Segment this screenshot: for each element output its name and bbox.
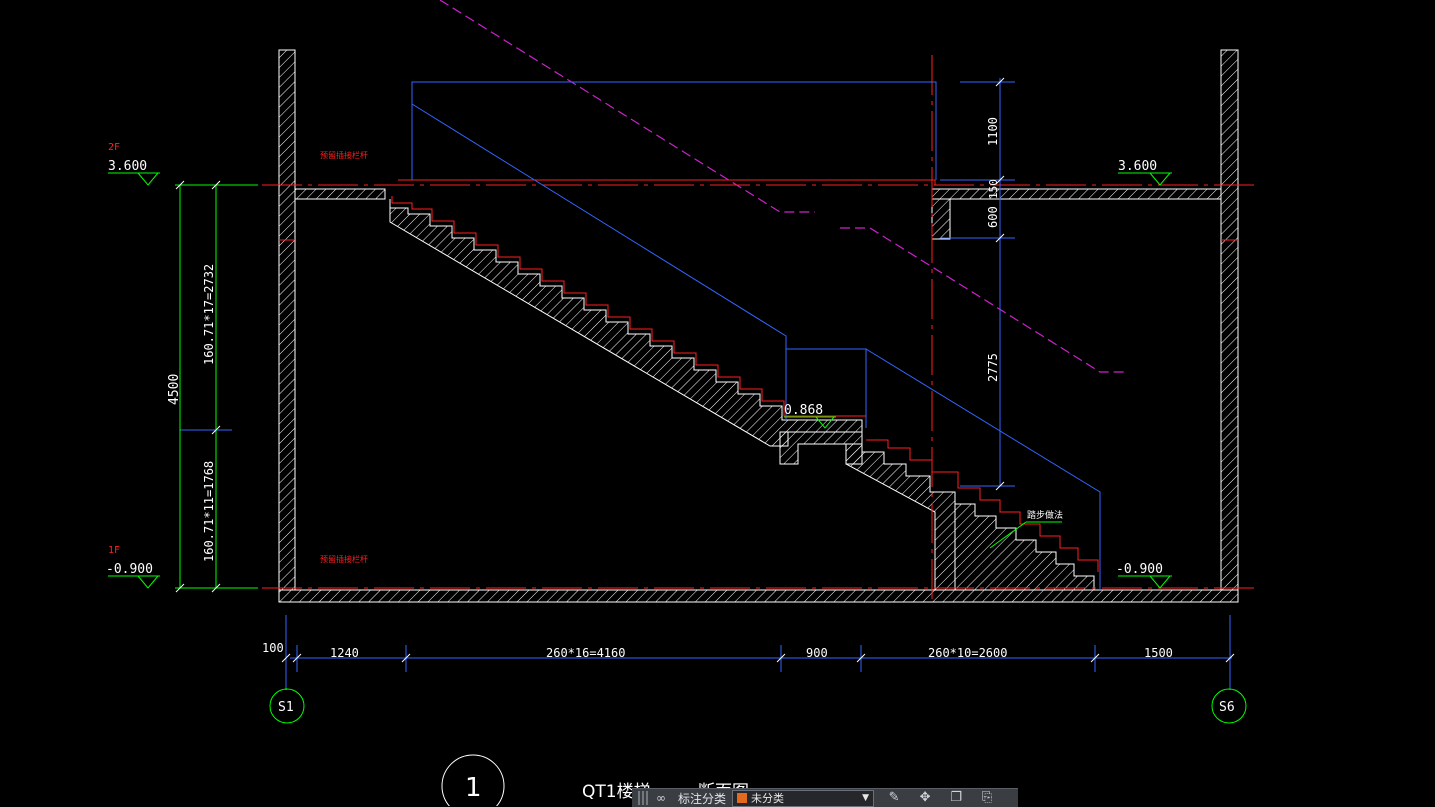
annotation-category-select[interactable]: 未分类 ▼: [732, 789, 875, 807]
lower-flight-height-dim: 160.71*11=1768: [202, 461, 216, 562]
dim-upper-run: 260*16=4160: [546, 646, 625, 660]
move-icon[interactable]: ✥: [914, 790, 936, 806]
note-lower-red: 预留插接栏杆: [320, 554, 368, 564]
dim-1500: 1500: [1144, 646, 1173, 660]
floor-2f-level: 3.600: [108, 159, 147, 174]
chevron-down-icon: ▼: [862, 793, 870, 803]
left-wall: [278, 49, 296, 591]
landing-level: 0.868: [784, 403, 823, 418]
right-top-level: 3.600: [1118, 159, 1157, 174]
note-upper-red: 预留插接栏杆: [320, 150, 368, 160]
toolbar-grip[interactable]: [638, 791, 648, 805]
drawing-number: 1: [465, 773, 482, 803]
cad-canvas[interactable]: 2F 3.600 1F -0.900 3.600 -0.900 0.868 45…: [0, 0, 1435, 806]
dim-2775: 2775: [986, 353, 1000, 382]
magenta-dashed-line: [439, 0, 1128, 373]
axis-label-s6: S6: [1219, 700, 1235, 715]
floor-1f-tag: 1F: [108, 545, 120, 556]
link-icon[interactable]: ∞: [652, 791, 670, 805]
annotation-toolbar: ∞ 标注分类 未分类 ▼ ✎ ✥ ❐ ⎘: [632, 788, 1018, 807]
axis-label-s1: S1: [278, 700, 294, 715]
note-steps: 踏步做法: [1027, 509, 1063, 521]
dim-1100: 1100: [986, 117, 1000, 146]
ground-slab: [278, 589, 1239, 603]
category-select-value: 未分类: [751, 792, 785, 805]
upper-flight-height-dim: 160.71*17=2732: [202, 264, 216, 365]
category-color-swatch: [737, 793, 748, 803]
copy-icon[interactable]: ❐: [945, 790, 967, 806]
annotation-category-label: 标注分类: [678, 791, 727, 806]
dim-100: 100: [262, 641, 284, 655]
right-wall: [1220, 49, 1239, 591]
paste-icon[interactable]: ⎘: [976, 790, 998, 806]
total-height-dim: 4500: [167, 374, 182, 405]
dim-lower-run: 260*10=2600: [928, 646, 1007, 660]
dim-150: 150: [987, 179, 1000, 199]
dim-600: 600: [986, 206, 1000, 228]
right-bottom-level: -0.900: [1116, 562, 1163, 577]
dim-900: 900: [806, 646, 828, 660]
floor-2f-tag: 2F: [108, 142, 120, 153]
red-lines: [262, 55, 1255, 600]
floor-1f-level: -0.900: [106, 562, 153, 577]
dim-1240: 1240: [330, 646, 359, 660]
edit-icon[interactable]: ✎: [883, 790, 905, 806]
